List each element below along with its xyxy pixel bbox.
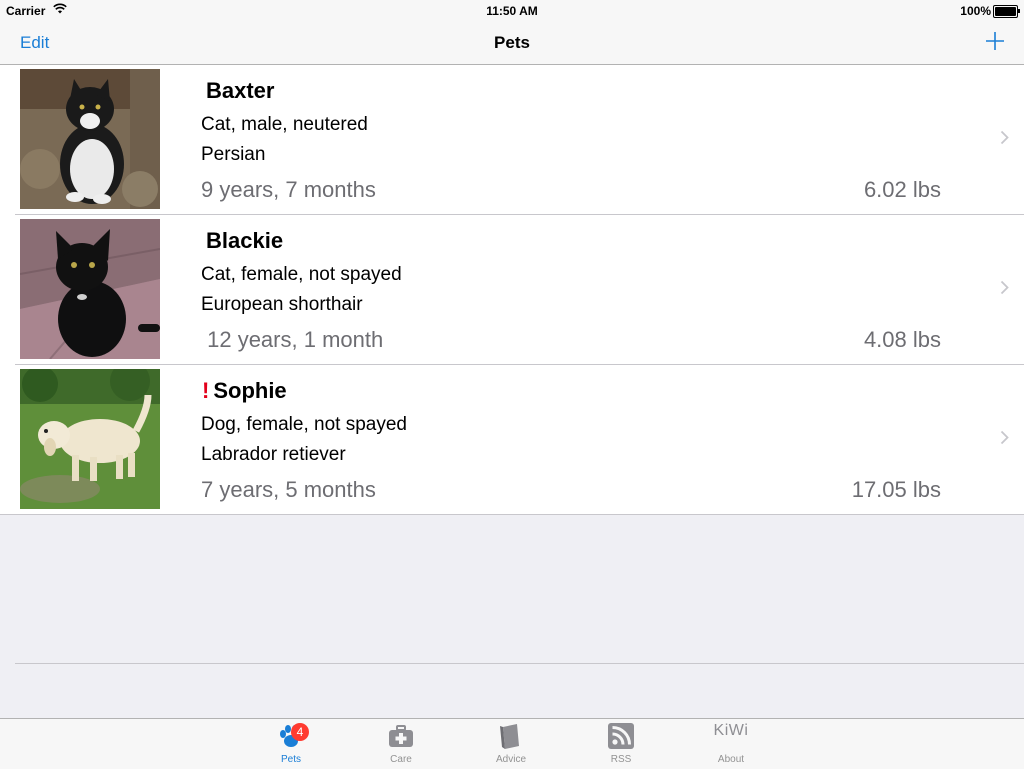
notification-badge: 4 [291, 723, 309, 741]
pet-row-sophie[interactable]: ! Sophie Dog, female, not spayed Labrador… [0, 365, 1024, 515]
tab-label: Pets [280, 754, 301, 765]
footer-divider [15, 663, 1024, 664]
chevron-right-icon [1000, 280, 1009, 295]
pet-name: ! Sophie [202, 378, 287, 404]
tab-label: Advice [495, 754, 526, 765]
pet-row-baxter[interactable]: Baxter Cat, male, neutered Persian 9 yea… [0, 65, 1024, 215]
pet-breed: European shorthair [201, 294, 363, 315]
pet-age: 12 years, 1 month [201, 327, 384, 352]
first-aid-kit-icon [389, 725, 413, 747]
pet-age: 9 years, 7 months [201, 177, 376, 202]
book-icon [500, 724, 519, 749]
edit-button[interactable]: Edit [20, 33, 49, 53]
battery-percentage: 100% [960, 4, 991, 18]
pet-description: Cat, female, not spayed [201, 264, 402, 285]
battery-icon [993, 5, 1020, 18]
clock: 11:50 AM [486, 4, 538, 18]
pet-row-blackie[interactable]: Blackie Cat, female, not spayed European… [0, 215, 1024, 365]
pet-weight: 6.02 lbs [863, 177, 941, 202]
plus-icon[interactable] [984, 30, 1006, 52]
pet-breed: Labrador retiever [201, 444, 346, 465]
tab-label: RSS [610, 754, 632, 765]
pet-age: 7 years, 5 months [201, 477, 376, 502]
tab-label: Care [390, 754, 412, 765]
status-bar: Carrier 11:50 AM 100% [0, 0, 1024, 20]
chevron-right-icon [1000, 430, 1009, 445]
chevron-right-icon [1000, 130, 1009, 145]
row-separator [0, 514, 1024, 515]
tab-care[interactable]: Care [361, 719, 441, 769]
pet-name: Baxter [202, 78, 274, 104]
pet-list: Baxter Cat, male, neutered Persian 9 yea… [0, 65, 1024, 515]
pet-photo-blackie [20, 219, 160, 359]
navigation-bar: Edit Pets [0, 20, 1024, 65]
tab-about[interactable]: KiWi About [691, 719, 771, 769]
pet-alert-indicator: ! [202, 378, 210, 403]
tab-bar: 4 Pets Care Advice RSS KiWi About [0, 718, 1024, 769]
tab-advice[interactable]: Advice [471, 719, 551, 769]
pet-name-text: Blackie [206, 228, 284, 253]
pet-name-text: Baxter [206, 78, 275, 103]
pet-name-text: Sophie [213, 378, 287, 403]
pet-weight: 4.08 lbs [863, 327, 941, 352]
rss-icon [608, 723, 634, 749]
pet-name: Blackie [202, 228, 283, 254]
pet-description: Dog, female, not spayed [201, 414, 407, 435]
tab-label: About [717, 754, 745, 765]
pet-photo-sophie [20, 369, 160, 509]
pet-description: Cat, male, neutered [201, 114, 368, 135]
pet-weight: 17.05 lbs [851, 477, 941, 502]
page-title: Pets [494, 33, 530, 52]
kiwi-logo-icon: KiWi [713, 722, 749, 739]
pet-photo-baxter [20, 69, 160, 209]
tab-pets[interactable]: 4 Pets [251, 719, 331, 769]
pet-breed: Persian [201, 144, 266, 165]
tab-rss[interactable]: RSS [581, 719, 661, 769]
